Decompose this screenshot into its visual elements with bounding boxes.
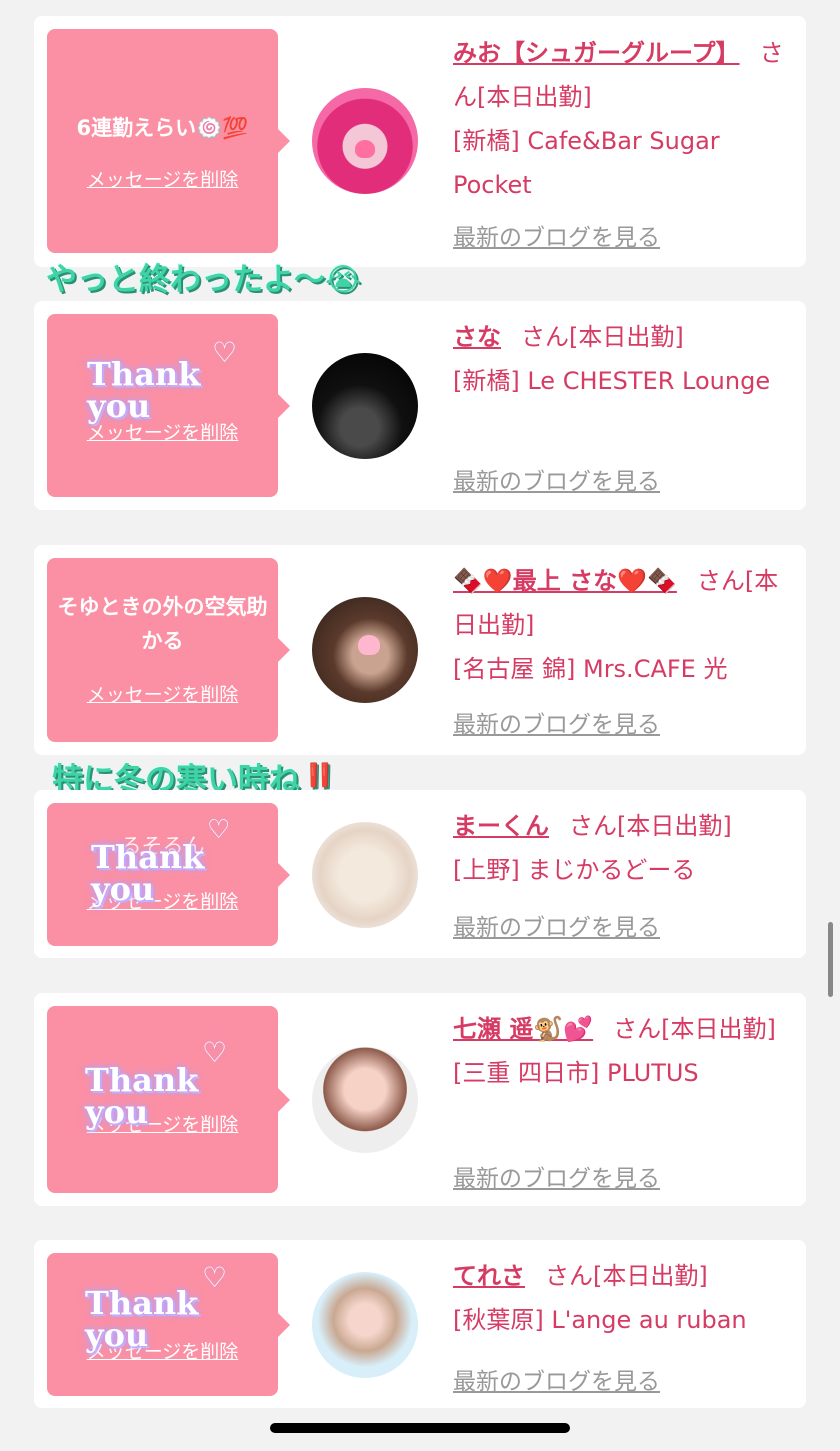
delete-message-link[interactable]: メッセージを削除 xyxy=(47,680,278,707)
cast-info: てれさ さん[本日出勤] [秋葉原] L'ange au ruban xyxy=(453,1254,792,1342)
shop-name: [秋葉原] L'ange au ruban xyxy=(453,1306,747,1334)
avatar[interactable] xyxy=(312,597,418,703)
shop-name: [三重 四日市] PLUTUS xyxy=(453,1059,699,1087)
delete-message-link[interactable]: メッセージを削除 xyxy=(47,418,278,445)
cast-name-link[interactable]: てれさ xyxy=(453,1262,525,1290)
message-bubble: メッセージを削除 Thank you ♡ xyxy=(47,1006,290,1193)
avatar[interactable] xyxy=(312,353,418,459)
cast-card: 6連勤えらい🍥💯 メッセージを削除 みお【シュガーグループ】 さん[本日出勤] [… xyxy=(34,16,806,267)
message-text: るそるん xyxy=(120,834,205,858)
cast-info: 🍫❤️最上 さな❤️🍫 さん[本日出勤] [名古屋 錦] Mrs.CAFE 光 xyxy=(453,559,792,691)
cast-card: そゆときの外の空気助かる メッセージを削除 🍫❤️最上 さな❤️🍫 さん[本日出勤… xyxy=(34,545,806,755)
latest-blog-link[interactable]: 最新のブログを見る xyxy=(453,462,660,496)
message-bubble: るそるん メッセージを削除 Thank you ♡ xyxy=(47,803,290,946)
message-bubble: メッセージを削除 Thank you ♡ xyxy=(47,1253,290,1396)
latest-blog-link[interactable]: 最新のブログを見る xyxy=(453,908,660,942)
avatar[interactable] xyxy=(312,1047,418,1153)
heart-icon: ♡ xyxy=(207,815,231,845)
cast-suffix: さん[本日出勤] xyxy=(569,812,732,840)
cast-name-link[interactable]: 七瀬 遥🐒💕 xyxy=(453,1015,593,1043)
cast-suffix: さん[本日出勤] xyxy=(521,323,684,351)
cast-info: まーくん さん[本日出勤] [上野] まじかるどーる xyxy=(453,804,792,892)
avatar[interactable] xyxy=(312,88,418,194)
shop-name: [名古屋 錦] Mrs.CAFE 光 xyxy=(453,655,728,683)
cast-info: みお【シュガーグループ】 さん[本日出勤] [新橋] Cafe&Bar Sugar… xyxy=(453,31,792,207)
heart-icon: ♡ xyxy=(202,1036,228,1069)
cast-card: メッセージを削除 Thank you ♡ てれさ さん[本日出勤] [秋葉原] L… xyxy=(34,1240,806,1408)
cast-card: メッセージを削除 Thank you ♡ 七瀬 遥🐒💕 さん[本日出勤] [三重 … xyxy=(34,993,806,1206)
delete-message-link[interactable]: メッセージを削除 xyxy=(47,1110,278,1137)
avatar[interactable] xyxy=(312,822,418,928)
message-text: 6連勤えらい🍥💯 xyxy=(76,116,249,140)
cast-name-link[interactable]: さな xyxy=(453,323,501,351)
cast-name-link[interactable]: 🍫❤️最上 さな❤️🍫 xyxy=(453,567,677,595)
cast-card: メッセージを削除 Thank you ♡ さな さん[本日出勤] [新橋] Le … xyxy=(34,301,806,510)
heart-icon: ♡ xyxy=(202,1261,228,1294)
cast-name-link[interactable]: まーくん xyxy=(453,812,549,840)
cast-card: るそるん メッセージを削除 Thank you ♡ まーくん さん[本日出勤] [… xyxy=(34,790,806,958)
latest-blog-link[interactable]: 最新のブログを見る xyxy=(453,705,660,739)
latest-blog-link[interactable]: 最新のブログを見る xyxy=(453,1362,660,1396)
home-indicator[interactable] xyxy=(270,1423,570,1433)
delete-message-link[interactable]: メッセージを削除 xyxy=(47,887,278,914)
latest-blog-link[interactable]: 最新のブログを見る xyxy=(453,218,660,252)
shop-name: [新橋] Cafe&Bar Sugar Pocket xyxy=(453,127,720,199)
cast-suffix: さん[本日出勤] xyxy=(613,1015,776,1043)
message-text: そゆときの外の空気助かる xyxy=(57,595,268,653)
message-bubble: メッセージを削除 Thank you ♡ xyxy=(47,314,290,497)
overlay-caption: やっと終わったよ〜😭 xyxy=(46,262,362,298)
scrollbar[interactable] xyxy=(828,922,833,997)
latest-blog-link[interactable]: 最新のブログを見る xyxy=(453,1159,660,1193)
cast-suffix: さん[本日出勤] xyxy=(545,1262,708,1290)
avatar[interactable] xyxy=(312,1272,418,1378)
shop-name: [新橋] Le CHESTER Lounge xyxy=(453,367,771,395)
heart-icon: ♡ xyxy=(212,336,238,369)
message-bubble: そゆときの外の空気助かる メッセージを削除 xyxy=(47,558,290,742)
delete-message-link[interactable]: メッセージを削除 xyxy=(47,165,278,192)
message-bubble: 6連勤えらい🍥💯 メッセージを削除 xyxy=(47,29,290,253)
delete-message-link[interactable]: メッセージを削除 xyxy=(47,1337,278,1364)
heart-icon xyxy=(358,635,380,655)
cast-name-link[interactable]: みお【シュガーグループ】 xyxy=(453,39,740,67)
cast-info: さな さん[本日出勤] [新橋] Le CHESTER Lounge xyxy=(453,315,792,403)
shop-name: [上野] まじかるどーる xyxy=(453,856,696,884)
cast-info: 七瀬 遥🐒💕 さん[本日出勤] [三重 四日市] PLUTUS xyxy=(453,1007,792,1095)
heart-icon xyxy=(355,140,375,158)
